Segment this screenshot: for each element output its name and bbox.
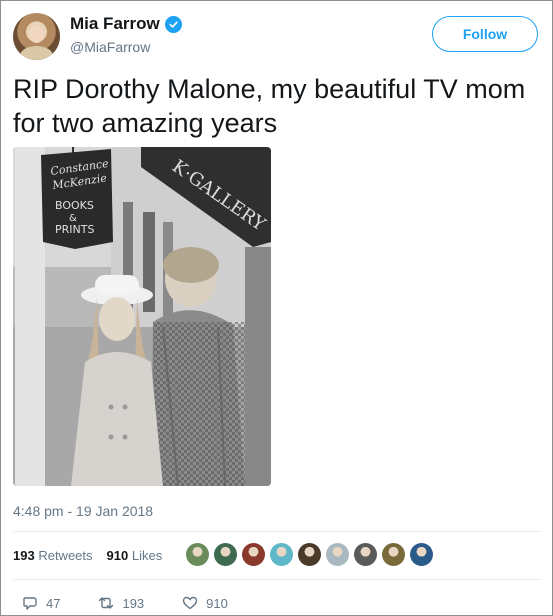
likes-count: 910 (106, 548, 129, 563)
retweets-stat[interactable]: 193 Retweets (13, 548, 93, 563)
divider-bottom (13, 579, 540, 580)
heart-icon (182, 596, 198, 610)
reply-icon (23, 597, 37, 610)
reply-count: 47 (46, 595, 61, 611)
like-count: 910 (206, 595, 228, 611)
avatar-shoulder (20, 46, 53, 60)
tweet-actions: 47 193 910 (22, 595, 228, 611)
liker-avatar-9[interactable] (410, 543, 433, 566)
liker-avatar-7[interactable] (354, 543, 377, 566)
liker-avatar-2[interactable] (214, 543, 237, 566)
sign-books: BOOKS (55, 199, 94, 212)
avatar-face (29, 25, 44, 43)
author-name-row: Mia Farrow (70, 14, 182, 34)
tweet-photo[interactable]: K·GALLERY Constance McKenzie BOOKS & PRI… (13, 147, 271, 486)
author-name[interactable]: Mia Farrow (70, 14, 160, 34)
liker-avatar-6[interactable] (326, 543, 349, 566)
retweets-count: 193 (13, 548, 35, 563)
retweet-action[interactable]: 193 (98, 595, 144, 611)
likes-label: Likes (131, 548, 163, 563)
liker-avatar-3[interactable] (242, 543, 265, 566)
liker-avatars (186, 543, 433, 566)
retweet-count: 193 (122, 595, 145, 611)
retweets-label: Retweets (38, 548, 93, 563)
likes-stat[interactable]: 910 Likes (107, 548, 163, 563)
liker-avatar-5[interactable] (298, 543, 321, 566)
follow-button[interactable]: Follow (432, 16, 538, 52)
liker-avatar-1[interactable] (186, 543, 209, 566)
reply-action[interactable]: 47 (22, 595, 60, 611)
retweet-icon (99, 597, 114, 609)
sign-prints: PRINTS (55, 223, 94, 236)
tweet-text: RIP Dorothy Malone, my beautiful TV mom … (13, 74, 526, 138)
profile-avatar[interactable] (13, 13, 60, 60)
verified-badge-icon (164, 15, 182, 33)
tweet-timestamp[interactable]: 4:48 pm - 19 Jan 2018 (13, 503, 153, 519)
liker-avatar-4[interactable] (270, 543, 293, 566)
engagement-stats: 193 Retweets 910 Likes (13, 548, 162, 563)
like-action[interactable]: 910 (182, 595, 228, 611)
divider-top (13, 531, 540, 532)
author-handle[interactable]: @MiaFarrow (70, 39, 150, 55)
liker-avatar-8[interactable] (382, 543, 405, 566)
